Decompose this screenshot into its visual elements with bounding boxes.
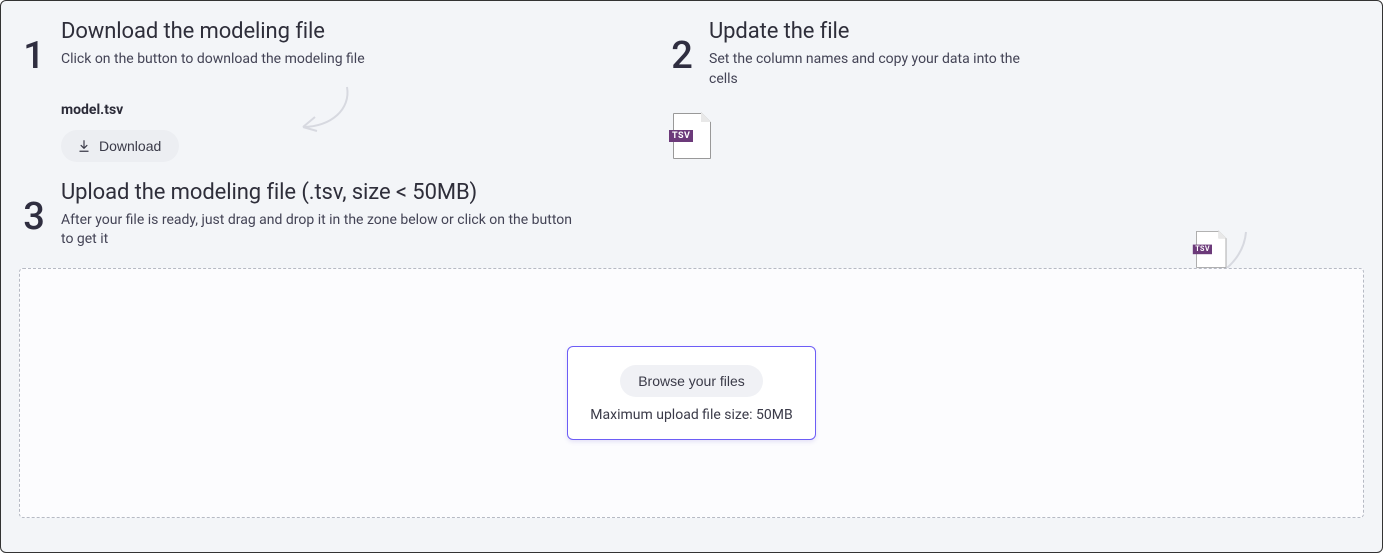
step-description: Set the column names and copy your data …	[709, 50, 1049, 89]
step-number: 2	[667, 37, 697, 75]
tsv-badge: TSV	[669, 130, 693, 142]
step-number: 1	[19, 37, 49, 75]
steps-row-top: 1 Download the modeling file Click on th…	[19, 19, 1364, 162]
step-number: 3	[19, 198, 49, 236]
max-upload-size-text: Maximum upload file size: 50MB	[590, 407, 792, 423]
step-description: Click on the button to download the mode…	[61, 50, 401, 70]
tsv-file-icon: TSV	[673, 113, 711, 159]
step-title: Update the file	[709, 19, 1297, 44]
upload-dropzone[interactable]: Browse your files Maximum upload file si…	[19, 268, 1364, 518]
step-2: 2 Update the file Set the column names a…	[667, 19, 1297, 162]
step-3: 3 Upload the modeling file (.tsv, size <…	[19, 180, 1364, 250]
model-filename: model.tsv	[61, 102, 649, 118]
upload-wizard-panel: 1 Download the modeling file Click on th…	[0, 0, 1383, 553]
step-title: Download the modeling file	[61, 19, 649, 44]
step-description: After your file is ready, just drag and …	[61, 211, 581, 250]
download-button[interactable]: Download	[61, 130, 179, 162]
step-1: 1 Download the modeling file Click on th…	[19, 19, 649, 162]
tsv-badge: TSV	[1193, 245, 1213, 255]
tsv-file-icon: TSV	[1196, 231, 1226, 268]
download-button-label: Download	[99, 138, 161, 154]
browse-files-label: Browse your files	[638, 373, 745, 389]
dropzone-inner-box: Browse your files Maximum upload file si…	[567, 346, 815, 440]
download-icon	[77, 139, 91, 153]
browse-files-button[interactable]: Browse your files	[620, 365, 763, 397]
step-title: Upload the modeling file (.tsv, size < 5…	[61, 180, 1364, 205]
